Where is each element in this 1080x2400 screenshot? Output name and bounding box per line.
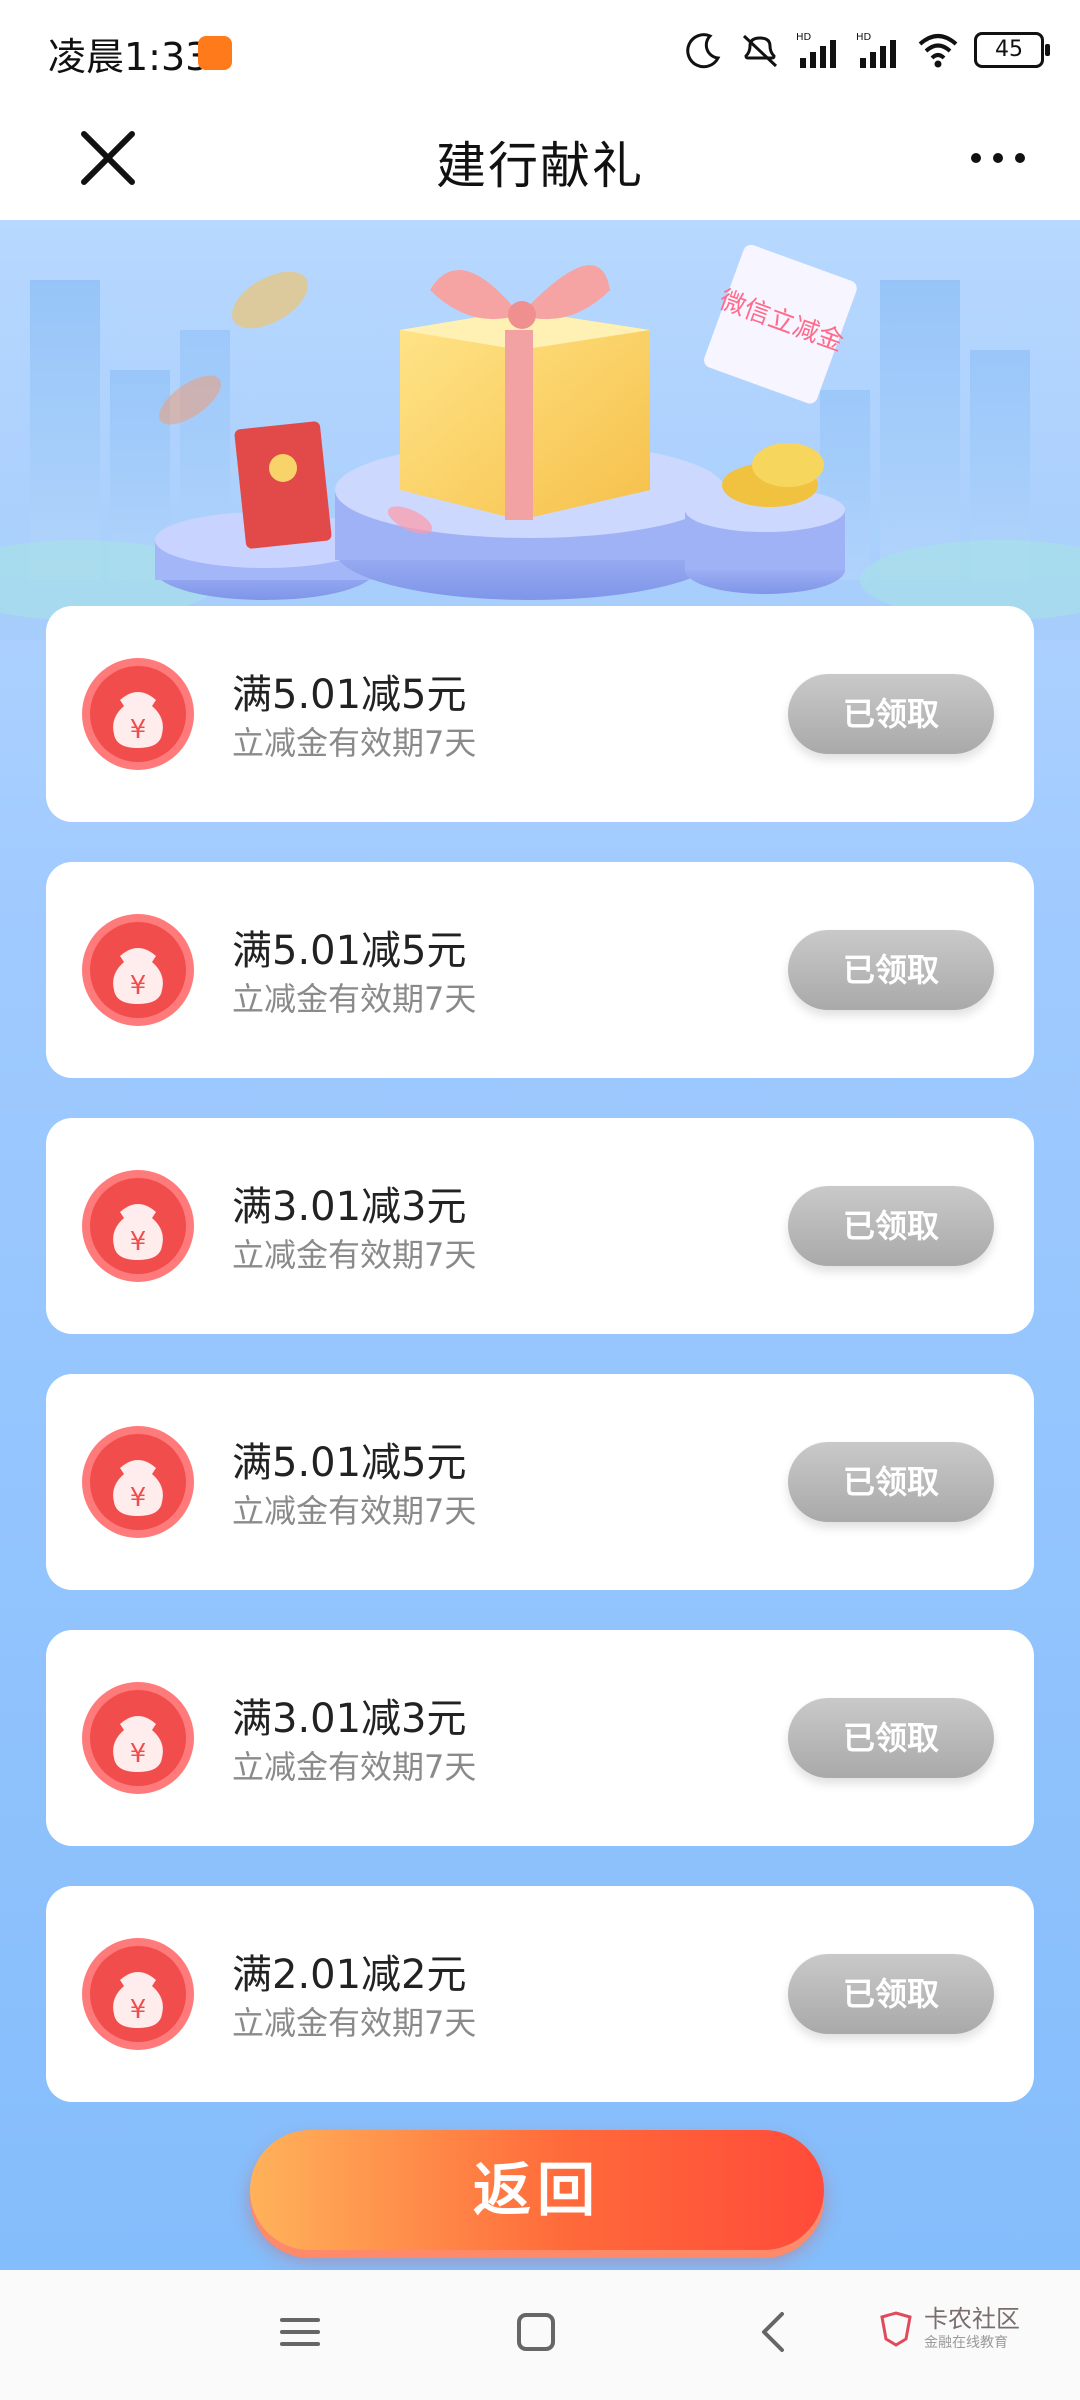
gift-banner: 微信立减金	[0, 220, 1080, 640]
claimed-button[interactable]: 已领取	[788, 1698, 994, 1778]
app-header: 建行献礼	[0, 100, 1080, 220]
svg-text:HD: HD	[796, 32, 812, 43]
coupon-title: 满5.01减5元	[232, 672, 467, 718]
coupon-subtitle: 立减金有效期7天	[232, 980, 477, 1018]
status-time: 凌晨1:33	[48, 35, 210, 79]
status-bar: 凌晨1:33 HD HD 45	[0, 0, 1080, 100]
svg-text:¥: ¥	[130, 971, 147, 1001]
page-title: 建行献礼	[436, 137, 644, 195]
coupon-title: 满3.01减3元	[232, 1696, 467, 1742]
money-bag-icon: ¥	[82, 1170, 194, 1282]
coupon-title: 满5.01减5元	[232, 928, 467, 974]
coupon-card: ¥ 满5.01减5元 立减金有效期7天 已领取	[46, 1374, 1034, 1590]
svg-text:¥: ¥	[130, 715, 147, 745]
coupon-subtitle: 立减金有效期7天	[232, 724, 477, 762]
watermark-logo-icon	[880, 2311, 912, 2347]
svg-text:¥: ¥	[130, 1739, 147, 1769]
svg-text:HD: HD	[856, 32, 872, 43]
claimed-button[interactable]: 已领取	[788, 930, 994, 1010]
wifi-icon	[918, 34, 958, 68]
watermark: 卡农社区 金融在线教育	[876, 2306, 1020, 2352]
status-icons: HD HD 45	[684, 28, 1050, 72]
claimed-button[interactable]: 已领取	[788, 1442, 994, 1522]
svg-text:¥: ¥	[130, 1227, 147, 1257]
home-icon[interactable]	[514, 2310, 558, 2354]
system-nav-bar: 卡农社区 金融在线教育	[0, 2270, 1080, 2400]
claimed-button[interactable]: 已领取	[788, 1186, 994, 1266]
svg-text:¥: ¥	[130, 1483, 147, 1513]
money-bag-icon: ¥	[82, 1426, 194, 1538]
coupon-title: 满3.01减3元	[232, 1184, 467, 1230]
coupon-subtitle: 立减金有效期7天	[232, 1492, 477, 1530]
signal-icon: HD	[796, 32, 836, 68]
money-bag-icon: ¥	[82, 658, 194, 770]
coupon-subtitle: 立减金有效期7天	[232, 2004, 477, 2042]
app-notification-icon	[198, 36, 232, 70]
money-bag-icon: ¥	[82, 914, 194, 1026]
coupon-subtitle: 立减金有效期7天	[232, 1236, 477, 1274]
svg-text:¥: ¥	[130, 1995, 147, 2025]
claimed-button[interactable]: 已领取	[788, 674, 994, 754]
mute-icon	[742, 34, 778, 68]
coupon-title: 满2.01减2元	[232, 1952, 467, 1998]
claimed-button[interactable]: 已领取	[788, 1954, 994, 2034]
moon-icon	[686, 33, 721, 69]
coupon-subtitle: 立减金有效期7天	[232, 1748, 477, 1786]
return-button[interactable]: 返回	[250, 2130, 824, 2250]
money-bag-icon: ¥	[82, 1682, 194, 1794]
watermark-text: 卡农社区	[924, 2305, 1020, 2333]
coupon-card: ¥ 满5.01减5元 立减金有效期7天 已领取	[46, 606, 1034, 822]
watermark-subtext: 金融在线教育	[924, 2335, 1008, 2351]
more-options-icon[interactable]	[966, 136, 1030, 180]
coupon-title: 满5.01减5元	[232, 1440, 467, 1486]
battery-indicator: 45	[974, 32, 1050, 68]
menu-icon[interactable]	[278, 2310, 322, 2354]
signal-icon-2: HD	[856, 32, 896, 68]
coupon-card: ¥ 满3.01减3元 立减金有效期7天 已领取	[46, 1630, 1034, 1846]
money-bag-icon: ¥	[82, 1938, 194, 2050]
coupon-card: ¥ 满3.01减3元 立减金有效期7天 已领取	[46, 1118, 1034, 1334]
coupon-card: ¥ 满5.01减5元 立减金有效期7天 已领取	[46, 862, 1034, 1078]
coupon-card: ¥ 满2.01减2元 立减金有效期7天 已领取	[46, 1886, 1034, 2102]
back-icon[interactable]	[752, 2310, 796, 2354]
main-content: 微信立减金 ¥ 满5.01减5元 立减金有效期7天 已领取 ¥ 满5.01减5元…	[0, 220, 1080, 2270]
